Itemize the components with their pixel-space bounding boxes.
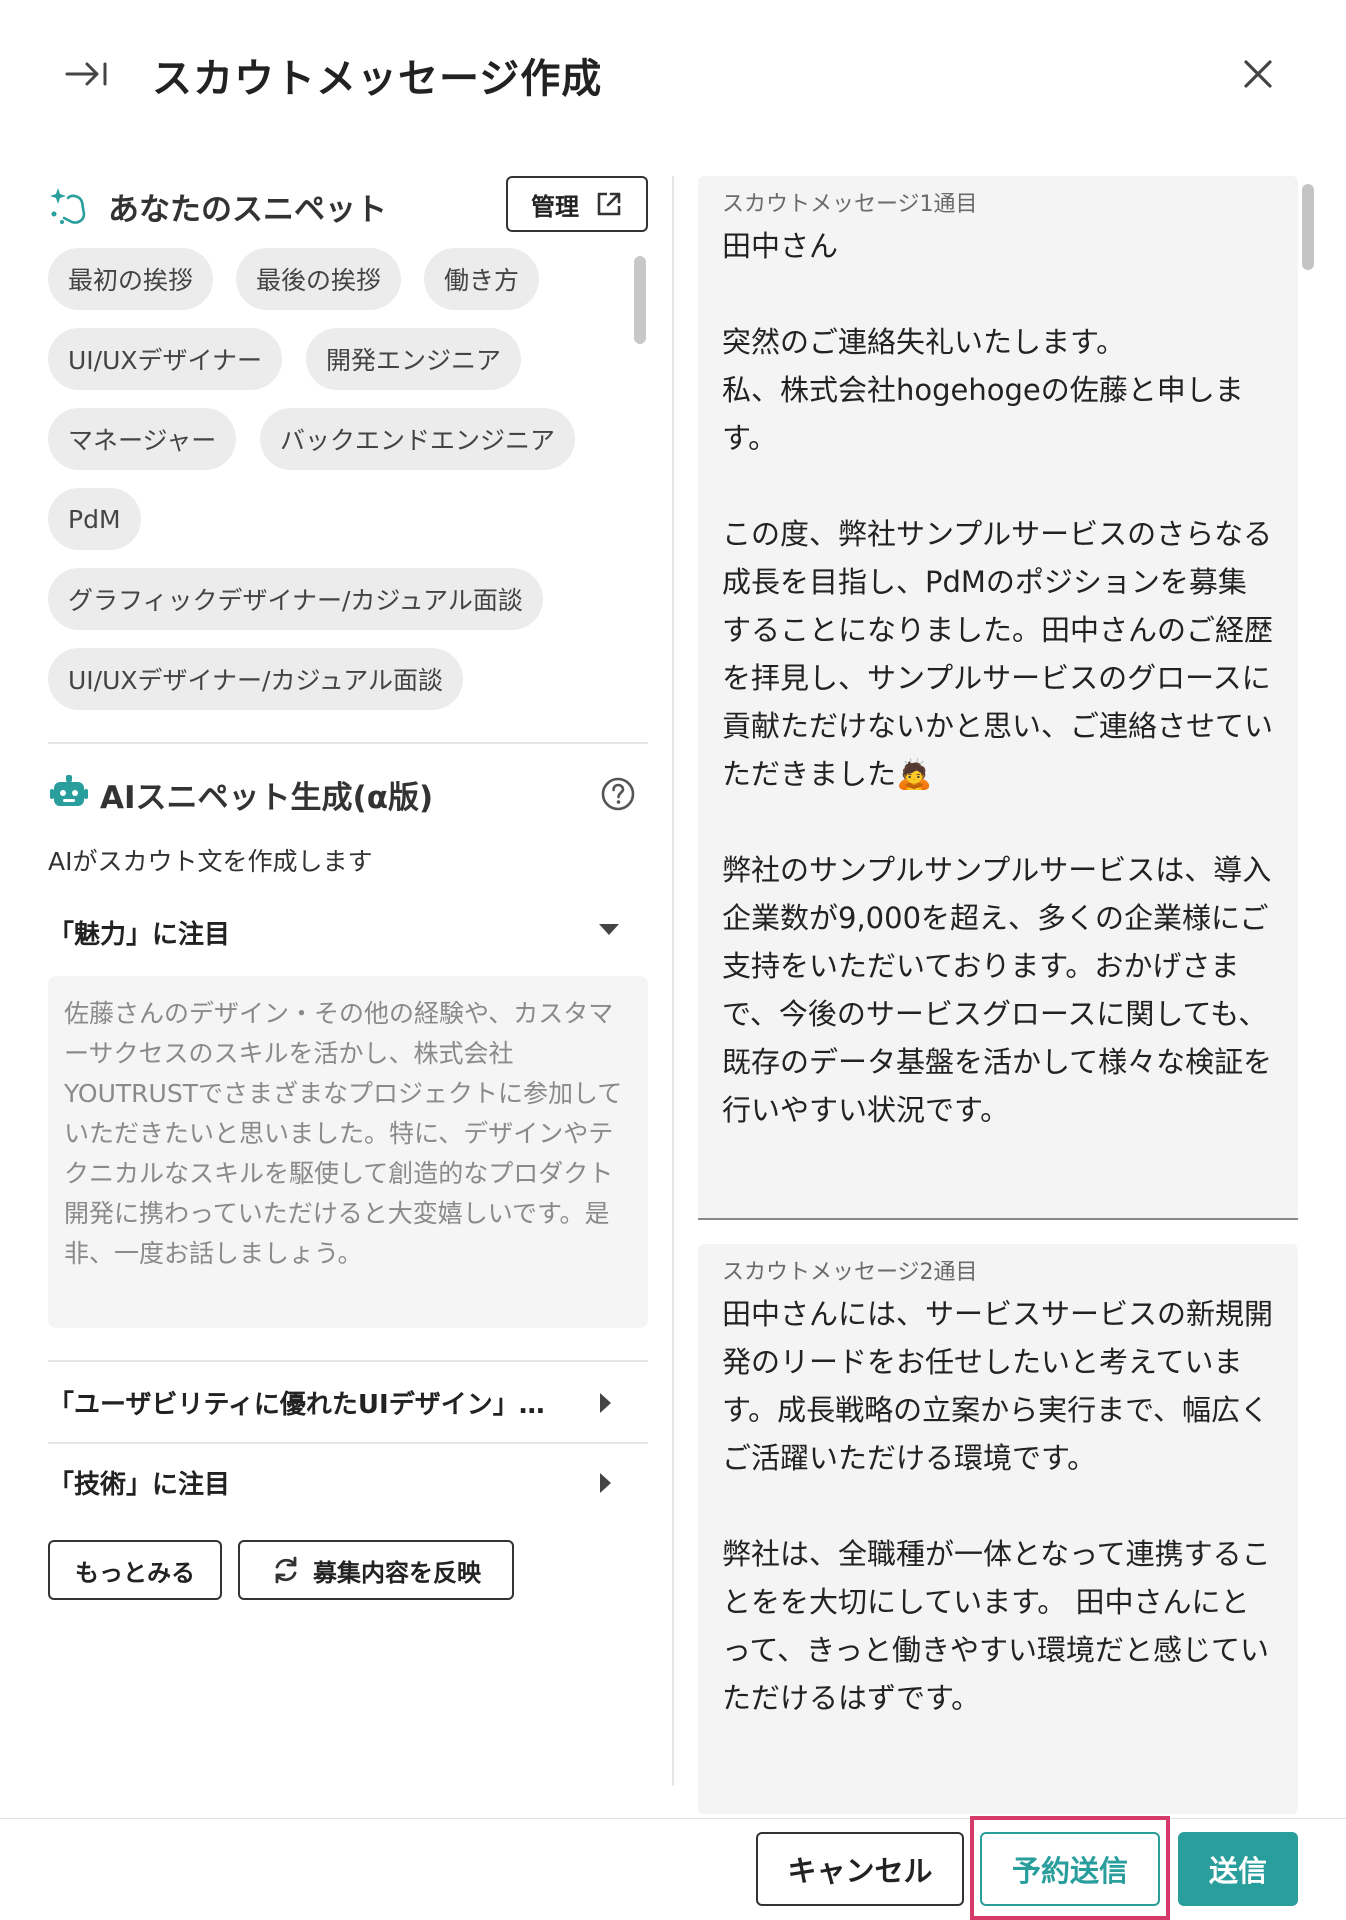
message-divider [698,1218,1298,1220]
ai-description: AIがスカウト文を作成します [48,847,373,876]
snippet-list-scrollbar[interactable] [634,256,646,344]
message-body[interactable]: 田中さん 突然のご連絡失礼いたします。 私、株式会社hogehogeの佐藤と申し… [722,222,1274,1134]
schedule-send-button[interactable]: 予約送信 [980,1832,1160,1906]
caret-right-icon [600,1393,611,1413]
show-more-button[interactable]: もっとみる [48,1540,222,1600]
snippets-header: あなたのスニペット 管理 [48,170,648,240]
close-icon [1244,60,1272,88]
robot-icon [50,775,88,806]
snippet-chip[interactable]: バックエンドエンジニア [260,408,576,470]
page-title: スカウトメッセージ作成 [152,56,603,102]
accordion-appeal[interactable]: 「魅力」に注目 [48,902,648,962]
accordion-usability[interactable]: 「ユーザビリティに優れたUIデザイン」に... [48,1372,648,1432]
scout-message-modal: スカウトメッセージ作成 あなたのスニペット 管理 最初の挨拶 最後の挨拶 働き方… [0,0,1346,1920]
reflect-job-label: 募集内容を反映 [313,1558,481,1587]
section-divider [48,1360,648,1362]
sparkle-hand-icon [50,188,86,224]
section-divider [48,742,648,744]
reflect-job-button[interactable]: 募集内容を反映 [238,1540,514,1600]
snippet-chip[interactable]: 開発エンジニア [306,328,522,390]
snippet-chip[interactable]: マネージャー [48,408,237,470]
accordion-label: 「技術」に注目 [48,1469,231,1500]
snippet-chip[interactable]: グラフィックデザイナー/カジュアル面談 [48,568,543,630]
scout-message-1[interactable]: スカウトメッセージ1通目 田中さん 突然のご連絡失礼いたします。 私、株式会社h… [698,176,1298,1220]
snippet-chip-list: 最初の挨拶 最後の挨拶 働き方 UI/UXデザイナー 開発エンジニア マネージャ… [48,248,628,728]
snippet-chip[interactable]: 働き方 [424,248,540,310]
accordion-label: 「ユーザビリティに優れたUIデザイン」に... [48,1389,568,1420]
collapse-panel-button[interactable] [60,52,114,96]
caret-down-icon [599,924,619,935]
snippets-title: あなたのスニペット [108,192,387,228]
section-divider [48,1442,648,1444]
close-button[interactable] [1234,50,1282,98]
manage-label: 管理 [531,192,579,221]
external-link-icon [597,192,621,216]
snippet-chip[interactable]: 最初の挨拶 [48,248,214,310]
snippet-chip[interactable]: UI/UXデザイナー/カジュアル面談 [48,648,463,710]
message-body[interactable]: 田中さんには、サービスサービスの新規開発のリードをお任せしたいと考えています。成… [722,1290,1274,1722]
snippet-chip[interactable]: 最後の挨拶 [236,248,402,310]
caret-right-icon [600,1473,611,1493]
ai-snippet-header: AIスニペット生成(α版) [48,770,648,820]
accordion-label: 「魅力」に注目 [48,919,231,950]
collapse-right-icon [65,62,107,86]
scout-message-2[interactable]: スカウトメッセージ2通目 田中さんには、サービスサービスの新規開発のリードをお任… [698,1244,1298,1814]
snippet-chip[interactable]: UI/UXデザイナー [48,328,283,390]
messages-scrollbar[interactable] [1302,184,1314,270]
help-icon[interactable] [600,776,636,812]
ai-snippet-title: AIスニペット生成(α版) [100,780,434,816]
manage-snippets-button[interactable]: 管理 [506,176,648,232]
ai-generated-text[interactable]: 佐藤さんのデザイン・その他の経験や、カスタマーサクセスのスキルを活かし、株式会社… [48,976,648,1328]
message-label: スカウトメッセージ1通目 [722,192,978,217]
snippets-section: あなたのスニペット 管理 [48,170,648,240]
refresh-icon [275,1556,297,1584]
accordion-technology[interactable]: 「技術」に注目 [48,1452,648,1512]
cancel-button[interactable]: キャンセル [756,1832,964,1906]
send-button[interactable]: 送信 [1178,1832,1298,1906]
message-label: スカウトメッセージ2通目 [722,1260,978,1285]
snippet-chip[interactable]: PdM [48,488,141,550]
column-divider [672,176,674,1786]
